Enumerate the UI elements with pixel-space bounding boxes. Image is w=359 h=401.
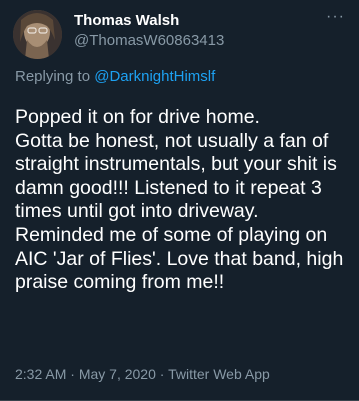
tweet-time[interactable]: 2:32 AM bbox=[15, 366, 66, 382]
tweet-text: Popped it on for drive home. Gotta be ho… bbox=[15, 106, 344, 294]
meta-separator: · bbox=[66, 366, 79, 382]
meta-separator: · bbox=[155, 366, 169, 382]
tweet-meta: 2:32 AM · May 7, 2020 · Twitter Web App bbox=[15, 366, 270, 382]
more-options-icon[interactable]: ··· bbox=[326, 8, 345, 26]
replying-to: Replying to @DarknightHimslf bbox=[15, 68, 215, 85]
replying-prefix: Replying to bbox=[15, 68, 95, 85]
tweet-source[interactable]: Twitter Web App bbox=[168, 366, 270, 382]
author-name[interactable]: Thomas Walsh bbox=[74, 12, 179, 29]
author-handle[interactable]: @ThomasW60863413 bbox=[74, 32, 224, 49]
avatar-image bbox=[13, 10, 62, 59]
avatar[interactable] bbox=[13, 10, 62, 59]
mention-link[interactable]: @DarknightHimslf bbox=[94, 68, 215, 85]
tweet-date[interactable]: May 7, 2020 bbox=[79, 366, 156, 382]
